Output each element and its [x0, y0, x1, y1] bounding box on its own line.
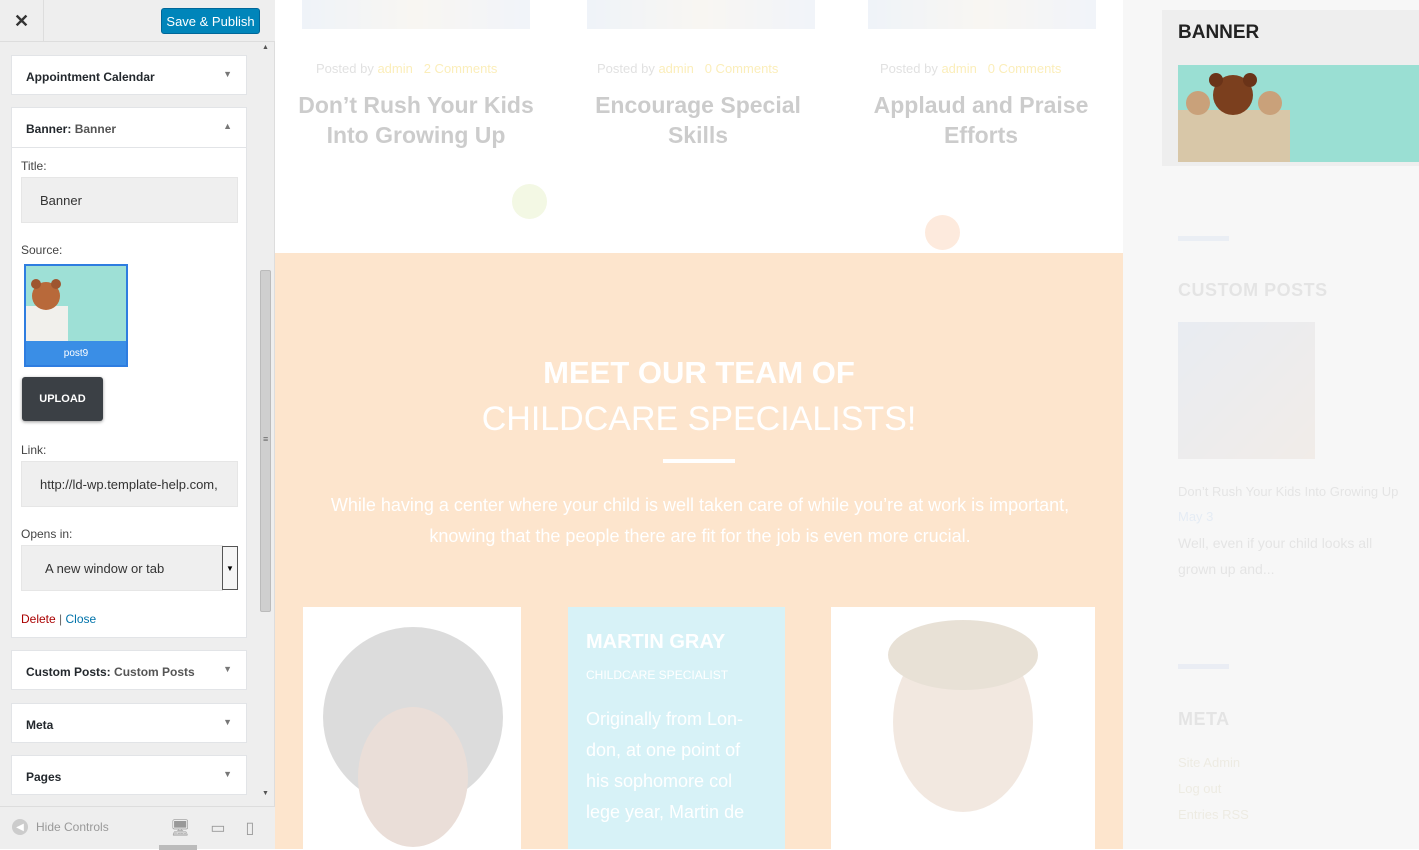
- chevron-down-icon: ▼: [223, 769, 232, 779]
- widget-appointment-calendar[interactable]: Appointment Calendar ▼: [11, 55, 247, 95]
- customizer-footer: ◀ Hide Controls 🖥 ▭ ▯: [0, 806, 275, 850]
- custom-post-excerpt: Well, even if your child looks all grown …: [1178, 535, 1373, 577]
- custom-posts-heading: CUSTOM POSTS: [1178, 280, 1328, 300]
- widget-subtitle: Banner: [74, 122, 117, 136]
- team-member-card[interactable]: [303, 607, 521, 849]
- chevron-down-icon: ▼: [223, 69, 232, 79]
- save-publish-button[interactable]: Save & Publish: [161, 8, 260, 34]
- meta-link[interactable]: Log out: [1178, 781, 1221, 796]
- widget-title: Banner:: [26, 122, 72, 136]
- widget-title: Meta: [26, 718, 54, 732]
- divider: [1178, 236, 1229, 241]
- post-image: [302, 0, 530, 29]
- custom-post-title[interactable]: Don’t Rush Your Kids Into Growing Up: [1178, 484, 1398, 499]
- collapse-icon: ◀: [12, 819, 28, 835]
- opens-in-select[interactable]: A new window or tab: [21, 545, 223, 591]
- close-icon: ✕: [13, 10, 30, 31]
- custom-post-date: May 3: [1178, 509, 1214, 524]
- banner-title: BANNER: [1178, 22, 1260, 43]
- chevron-down-icon: ▼: [223, 664, 232, 674]
- post-title[interactable]: Encourage Special Skills: [568, 90, 828, 150]
- link-input[interactable]: http://ld-wp.template-help.com,: [21, 461, 238, 507]
- thumbnail-caption: post9: [26, 341, 126, 365]
- chevron-down-icon: ▼: [223, 717, 232, 727]
- custom-post-image[interactable]: [1178, 322, 1315, 459]
- site-preview: Posted by admin 2 Comments Posted by adm…: [275, 0, 1123, 849]
- active-device-indicator: [159, 845, 197, 850]
- post-title[interactable]: Don’t Rush Your Kids Into Growing Up: [286, 90, 546, 150]
- member-description: Originally from Lon-don, at one point of…: [586, 709, 745, 822]
- customizer-controls: ✕ Save & Publish Appointment Calendar ▼ …: [0, 0, 275, 850]
- man-photo: [888, 620, 1038, 812]
- widget-pages[interactable]: Pages ▼: [11, 755, 247, 795]
- team-member-card[interactable]: MARTIN GRAY CHILDCARE SPECIALIST Origina…: [568, 607, 785, 849]
- team-subheading: CHILDCARE SPECIALISTS!: [481, 400, 917, 438]
- team-member-card[interactable]: [831, 607, 1095, 849]
- decor-circle: [925, 215, 960, 250]
- widget-title: Appointment Calendar: [26, 70, 155, 84]
- divider: [1178, 664, 1229, 669]
- teddy-basket-image: [1178, 65, 1419, 162]
- scroll-up-icon[interactable]: ▲: [262, 44, 269, 51]
- tablet-icon[interactable]: ▭: [210, 818, 225, 838]
- mobile-icon[interactable]: ▯: [245, 818, 254, 838]
- hide-controls-label: Hide Controls: [36, 820, 109, 834]
- opens-in-label: Opens in:: [21, 527, 73, 541]
- hide-controls-button[interactable]: ◀ Hide Controls: [12, 819, 109, 835]
- post-image: [587, 0, 815, 29]
- decor-circle: [512, 184, 547, 219]
- banner-image[interactable]: [1178, 65, 1419, 162]
- source-thumbnail[interactable]: post9: [24, 264, 128, 367]
- link-label: Link:: [21, 443, 47, 457]
- title-label: Title:: [21, 159, 47, 173]
- scrollbar[interactable]: ▲ ≡ ▼: [259, 42, 273, 803]
- post-meta: Posted by admin 0 Comments: [880, 61, 1062, 76]
- meta-link[interactable]: Entries RSS: [1178, 807, 1249, 822]
- chevron-up-icon: ▲: [223, 121, 232, 131]
- scroll-down-icon[interactable]: ▼: [262, 790, 269, 797]
- post-image: [868, 0, 1096, 29]
- post-title[interactable]: Applaud and Praise Efforts: [851, 90, 1111, 150]
- source-label: Source:: [21, 243, 63, 257]
- banner-widget: BANNER: [1162, 10, 1419, 166]
- widget-custom-posts[interactable]: Custom Posts: Custom Posts ▼: [11, 650, 247, 690]
- team-description: While having a center where your child i…: [330, 495, 1070, 546]
- upload-button[interactable]: UPLOAD: [22, 377, 103, 421]
- member-role: CHILDCARE SPECIALIST: [586, 668, 729, 682]
- widget-title: Custom Posts:: [26, 665, 111, 679]
- desktop-icon[interactable]: 🖥: [170, 818, 190, 838]
- site-sidebar: BANNER CUSTOM POSTS Don’t Rush Your Kids…: [1123, 0, 1419, 849]
- woman-photo: [323, 627, 503, 847]
- separator: |: [59, 612, 63, 626]
- close-customizer-button[interactable]: ✕: [0, 0, 44, 42]
- teddy-image: [26, 266, 126, 346]
- team-divider: [663, 459, 735, 463]
- member-name: MARTIN GRAY: [586, 631, 726, 653]
- team-heading: MEET OUR TEAM OF: [543, 355, 855, 390]
- post-meta: Posted by admin 0 Comments: [597, 61, 779, 76]
- widget-banner-header[interactable]: Banner: Banner ▲: [12, 108, 246, 148]
- customizer-header: ✕ Save & Publish: [0, 0, 275, 42]
- meta-heading: META: [1178, 709, 1230, 729]
- widget-title: Pages: [26, 770, 62, 784]
- post-meta: Posted by admin 2 Comments: [316, 61, 498, 76]
- widget-meta[interactable]: Meta ▼: [11, 703, 247, 743]
- title-input[interactable]: Banner: [21, 177, 238, 223]
- delete-link[interactable]: Delete: [21, 612, 56, 626]
- widget-subtitle: Custom Posts: [114, 665, 195, 679]
- close-link[interactable]: Close: [66, 612, 97, 626]
- select-arrow-icon[interactable]: ▼: [222, 546, 238, 590]
- scrollbar-thumb[interactable]: ≡: [260, 270, 271, 612]
- meta-link[interactable]: Site Admin: [1178, 755, 1240, 770]
